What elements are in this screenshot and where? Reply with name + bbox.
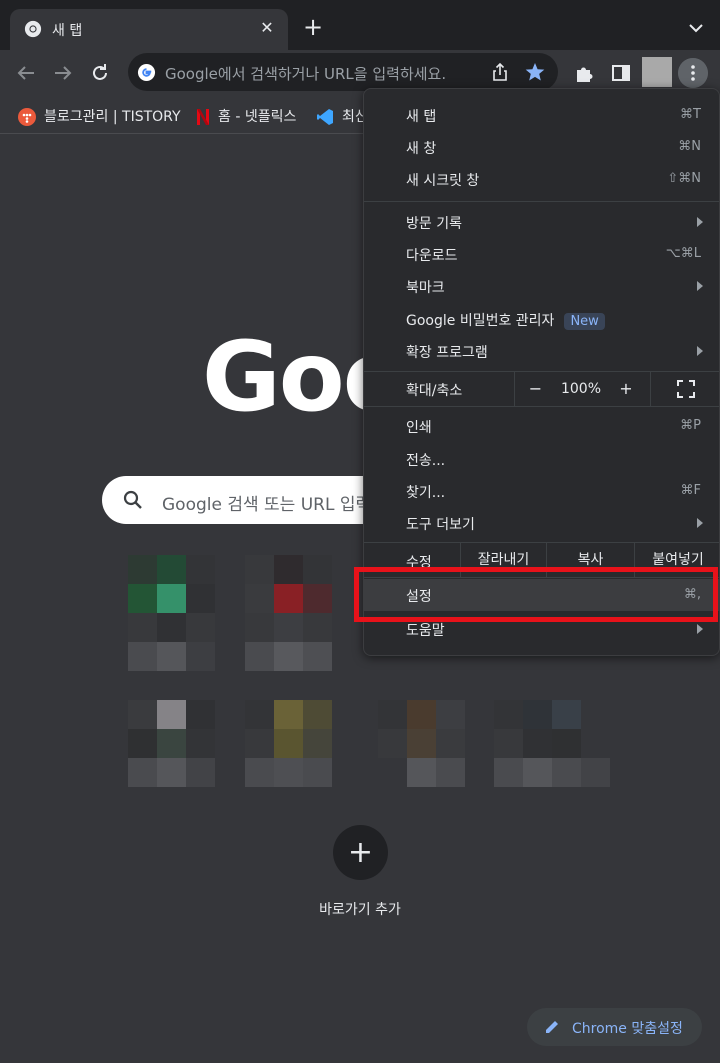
- menu-item-incognito[interactable]: 새 시크릿 창 ⇧⌘N: [364, 163, 719, 195]
- pencil-icon: [546, 1021, 558, 1033]
- menu-item-bookmarks[interactable]: 북마크: [364, 270, 719, 302]
- tab-title: 새 탭: [52, 23, 83, 39]
- bookmark-tistory[interactable]: 블로그관리 | TISTORY: [18, 106, 181, 126]
- menu-item-label: 새 탭: [406, 109, 437, 125]
- share-icon[interactable]: [490, 62, 510, 82]
- menu-item-label: 확장 프로그램: [406, 345, 488, 361]
- bookmark-latest[interactable]: 최신: [316, 106, 368, 126]
- search-icon: [123, 490, 142, 509]
- browser-window: 새 탭 ✕ + Google에서 검색하거나 URL을 입력하세요. 블로그관리…: [0, 0, 720, 1063]
- menu-item-cast[interactable]: 전송...: [364, 443, 719, 475]
- side-panel-icon[interactable]: [610, 62, 632, 84]
- menu-item-shortcut: ⌘T: [680, 107, 701, 122]
- add-shortcut-button[interactable]: +: [333, 825, 388, 880]
- submenu-arrow-icon: [697, 281, 703, 291]
- add-shortcut-label: 바로가기 추가: [319, 902, 401, 918]
- menu-item-label: Google 비밀번호 관리자 New: [406, 310, 605, 330]
- menu-zoom-row: 확대/축소 − 100% +: [364, 372, 719, 406]
- menu-item-new-tab[interactable]: 새 탭 ⌘T: [364, 99, 719, 131]
- menu-item-find[interactable]: 찾기... ⌘F: [364, 475, 719, 507]
- submenu-arrow-icon: [697, 624, 703, 634]
- tab-new-tab[interactable]: 새 탭 ✕: [10, 9, 288, 50]
- netflix-icon: [197, 109, 209, 125]
- tistory-icon: [18, 108, 36, 126]
- menu-item-downloads[interactable]: 다운로드 ⌥⌘L: [364, 238, 719, 270]
- profile-avatar[interactable]: [642, 57, 672, 87]
- menu-item-label: 전송...: [406, 453, 446, 469]
- address-bar-placeholder: Google에서 검색하거나 URL을 입력하세요.: [165, 65, 447, 83]
- menu-item-password-manager[interactable]: Google 비밀번호 관리자 New: [364, 303, 719, 335]
- bookmark-label: 블로그관리 | TISTORY: [44, 109, 181, 125]
- menu-item-shortcut: ⌘P: [680, 418, 701, 433]
- menu-item-label: 도구 더보기: [406, 517, 475, 533]
- tab-strip: 새 탭 ✕ +: [0, 0, 720, 50]
- menu-item-label: 방문 기록: [406, 216, 462, 232]
- address-bar[interactable]: Google에서 검색하거나 URL을 입력하세요.: [128, 53, 558, 91]
- new-tab-button[interactable]: +: [300, 15, 326, 41]
- menu-item-history[interactable]: 방문 기록: [364, 206, 719, 238]
- zoom-level: 100%: [560, 381, 602, 397]
- google-g-icon: [137, 63, 156, 82]
- menu-item-shortcut: ⌘F: [680, 483, 701, 498]
- chrome-menu-kebab-icon[interactable]: [678, 58, 708, 88]
- bookmark-netflix[interactable]: 홈 - 넷플릭스: [196, 106, 296, 126]
- zoom-out-button[interactable]: −: [514, 372, 556, 406]
- menu-item-label: 도움말: [406, 623, 445, 639]
- menu-item-extensions[interactable]: 확장 프로그램: [364, 335, 719, 367]
- menu-item-shortcut: ⇧⌘N: [667, 171, 701, 186]
- menu-item-print[interactable]: 인쇄 ⌘P: [364, 410, 719, 442]
- zoom-in-button[interactable]: +: [606, 372, 646, 406]
- tab-search-chevron-icon[interactable]: [686, 18, 706, 38]
- menu-divider: [364, 406, 719, 407]
- menu-item-label: 찾기...: [406, 485, 446, 501]
- fullscreen-icon: [677, 380, 695, 398]
- menu-divider: [364, 201, 719, 202]
- chrome-icon: [24, 20, 42, 38]
- ntp-search-placeholder: Google 검색 또는 URL 입력: [162, 495, 372, 515]
- menu-item-shortcut: ⌘N: [678, 139, 701, 154]
- menu-item-shortcut: ⌥⌘L: [665, 246, 701, 261]
- menu-item-label: 새 창: [406, 141, 437, 157]
- submenu-arrow-icon: [697, 518, 703, 528]
- new-badge: New: [564, 312, 605, 330]
- bookmark-label: 홈 - 넷플릭스: [218, 109, 297, 125]
- menu-item-label: 새 시크릿 창: [406, 173, 480, 189]
- vscode-icon: [317, 109, 333, 125]
- settings-highlight-box: [354, 567, 718, 622]
- bookmark-star-icon[interactable]: [524, 61, 546, 83]
- menu-item-new-window[interactable]: 새 창 ⌘N: [364, 131, 719, 163]
- zoom-label: 확대/축소: [406, 383, 463, 399]
- extensions-puzzle-icon[interactable]: [573, 62, 595, 84]
- tab-close-icon[interactable]: ✕: [256, 17, 278, 39]
- menu-item-more-tools[interactable]: 도구 더보기: [364, 507, 719, 539]
- reload-icon[interactable]: [89, 62, 111, 84]
- fullscreen-button[interactable]: [650, 372, 719, 406]
- password-manager-label: Google 비밀번호 관리자: [406, 313, 555, 329]
- menu-item-label: 다운로드: [406, 248, 458, 264]
- back-arrow-icon[interactable]: [15, 62, 37, 84]
- customize-chrome-label: Chrome 맞춤설정: [572, 1021, 683, 1037]
- submenu-arrow-icon: [697, 217, 703, 227]
- customize-chrome-button[interactable]: Chrome 맞춤설정: [527, 1008, 702, 1046]
- menu-item-label: 북마크: [406, 280, 445, 296]
- forward-arrow-icon[interactable]: [52, 62, 74, 84]
- menu-item-label: 인쇄: [406, 420, 432, 436]
- submenu-arrow-icon: [697, 346, 703, 356]
